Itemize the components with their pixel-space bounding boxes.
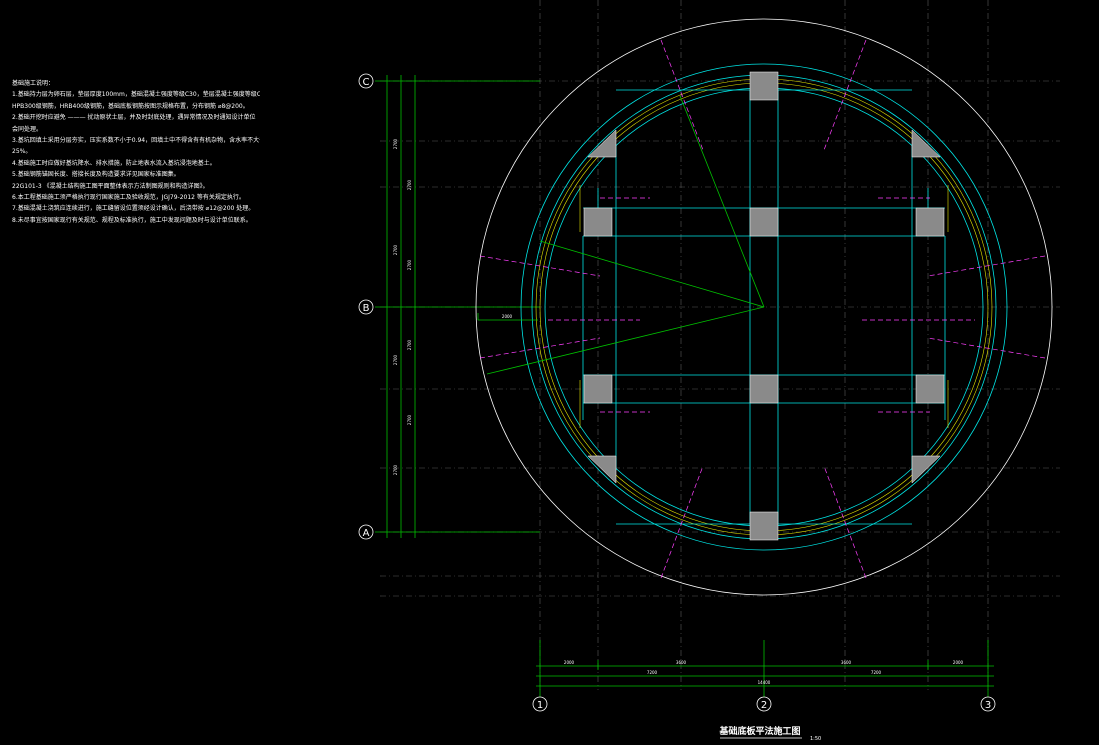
notes-line-7: 4.基础施工时应做好基坑降水、排水措施，防止地表水流入基坑浸泡地基土。 <box>12 159 216 167</box>
dim-left-7: 2700 <box>407 339 412 350</box>
notes-line-10: 6.本工程基础施工须严格执行现行国家施工及验收规范，JGJ79-2012 等有关… <box>12 194 245 202</box>
notes-line-1: 1.基础持力层为卵石层，垫层厚度100mm，基础混凝土强度等级C30，垫层混凝土… <box>12 91 260 99</box>
dim-left-6: 2700 <box>407 259 412 270</box>
column-6 <box>915 374 945 404</box>
construction-notes: 基础施工说明： 1.基础持力层为卵石层，垫层厚度100mm，基础混凝土强度等级C… <box>12 78 260 226</box>
dim-left-8: 2700 <box>407 414 412 425</box>
dim-bottom-4: 2000 <box>953 660 964 665</box>
notes-line-5: 3.基坑回填土采用分层夯实，压实系数不小于0.94，回填土中不得含有有机杂物，含… <box>12 137 260 145</box>
column-4 <box>583 374 613 404</box>
notes-line-3: 2.基础开挖时应避免 ——— 扰动原状土层，并及时封底处理，遇异常情况及时通知设… <box>12 114 256 122</box>
annotation-leaders <box>479 39 1046 579</box>
notes-line-9: 22G101-3 《混凝土结构施工图平面整体表示方法制图规则和构造详图》。 <box>12 182 209 190</box>
dim-bottom-total: 14400 <box>758 680 771 685</box>
notes-line-12: 8.未尽事宜按国家现行有关规范、规程及标准执行，施工中发现问题及时与设计单位联系… <box>12 216 252 224</box>
column-3 <box>915 207 945 237</box>
column-2 <box>749 207 779 237</box>
dim-left-1: 2700 <box>393 138 398 149</box>
axis-label-3: 3 <box>985 700 991 711</box>
dim-bottom-2: 3600 <box>676 660 687 665</box>
notes-line-2: HPB300级钢筋，HRB400级钢筋，基础底板钢筋按图示规格布置，分布钢筋 ⌀… <box>12 102 249 110</box>
axis-label-2: 2 <box>761 700 767 711</box>
notes-line-8: 5.基础钢筋锚固长度、搭接长度及构造要求详见国家标准图集。 <box>12 171 180 179</box>
axis-label-b: B <box>363 303 370 314</box>
dim-left-3: 2700 <box>393 354 398 365</box>
column-5 <box>749 374 779 404</box>
reference-grid <box>380 0 1060 690</box>
drawing-scale: 1:50 <box>810 736 821 742</box>
column-1 <box>583 207 613 237</box>
drawing-title: 基础底板平法施工图 <box>718 725 800 737</box>
axis-lines <box>375 75 994 697</box>
axis-bubbles <box>358 73 996 712</box>
axis-label-a: A <box>363 528 370 539</box>
axis-label-1: 1 <box>537 700 543 711</box>
dim-bottom-3: 3600 <box>841 660 852 665</box>
dim-left-5: 2700 <box>407 179 412 190</box>
column-top <box>749 71 779 101</box>
dim-bottom-6: 7200 <box>871 670 882 675</box>
dim-bottom-1: 2000 <box>564 660 575 665</box>
axis-label-c: C <box>363 77 370 88</box>
dim-bottom-5: 7200 <box>647 670 658 675</box>
dim-left-2: 2700 <box>393 244 398 255</box>
notes-line-6: 25%。 <box>12 148 32 156</box>
dim-left-4: 2700 <box>393 464 398 475</box>
column-bottom <box>749 511 779 541</box>
notes-heading: 基础施工说明： <box>12 80 55 87</box>
radius-dim-label: 2000 <box>502 314 513 319</box>
radius-leaders <box>477 95 765 375</box>
notes-line-11: 7.基础混凝土浇筑应连续进行，施工缝留设位置须经设计确认，后浇带按 ⌀12@20… <box>12 205 255 213</box>
notes-line-4: 会同处理。 <box>12 125 43 133</box>
